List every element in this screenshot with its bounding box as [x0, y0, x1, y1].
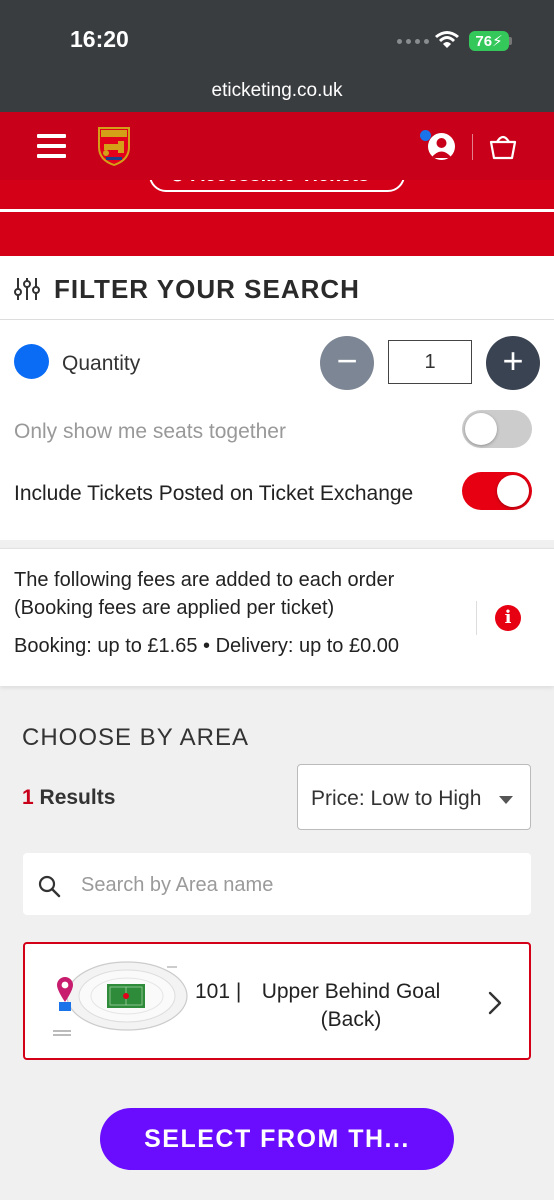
area-search-input[interactable] [81, 870, 511, 900]
quantity-indicator [14, 344, 49, 379]
chevron-down-icon [499, 796, 513, 804]
account-button[interactable] [418, 130, 458, 162]
area-code: 101 | [195, 980, 242, 1003]
menu-icon[interactable] [37, 134, 66, 158]
ticket-exchange-label: Include Tickets Posted on Ticket Exchang… [14, 482, 414, 505]
filter-options: Quantity − 1 + Only show me seats togeth… [0, 320, 554, 540]
quantity-input[interactable]: 1 [388, 340, 472, 384]
sliders-icon [14, 278, 40, 300]
area-search [23, 853, 531, 915]
header-bar [0, 112, 554, 180]
results-label: Results [33, 786, 116, 809]
filter-title: FILTER YOUR SEARCH [54, 274, 360, 304]
select-from-button[interactable]: SELECT FROM TH... [100, 1108, 454, 1170]
fees-info: The following fees are added to each ord… [0, 548, 554, 686]
arsenal-crest-logo[interactable] [96, 125, 132, 167]
basket-icon[interactable] [488, 131, 518, 161]
signal-icon [397, 39, 429, 44]
chevron-right-icon [488, 991, 502, 1015]
sort-select[interactable]: Price: Low to High [297, 764, 531, 830]
fees-line-1: The following fees are added to each ord… [14, 569, 395, 591]
status-bar: 16:20 76 ⚡ eticketing.co.uk [0, 0, 554, 112]
sort-value: Price: Low to High [311, 787, 482, 810]
quantity-increase-button[interactable]: + [486, 336, 540, 390]
seats-together-toggle[interactable] [462, 410, 532, 448]
address-bar[interactable]: eticketing.co.uk [0, 80, 554, 102]
stadium-map-thumbnail [53, 961, 188, 1036]
area-result-card[interactable]: 101 | Upper Behind Goal (Back) [23, 942, 531, 1060]
area-name: Upper Behind Goal (Back) [261, 980, 441, 1031]
notification-dot [420, 130, 431, 141]
battery-level: 76 [475, 32, 493, 50]
seats-together-label: Only show me seats together [14, 420, 286, 443]
fees-line-2: (Booking fees are applied per ticket) [14, 597, 335, 619]
choose-area-title: CHOOSE BY AREA [22, 724, 249, 751]
fees-line-3: Booking: up to £1.65 • Delivery: up to £… [14, 635, 400, 657]
results-number: 1 [22, 786, 34, 809]
ticket-exchange-toggle[interactable] [462, 472, 532, 510]
info-icon[interactable]: i [495, 605, 521, 631]
user-icon [428, 133, 455, 160]
status-time: 16:20 [70, 26, 129, 52]
results-count: 1 Results [22, 786, 115, 810]
site-header: ⊘ Accessible Tickets [0, 112, 554, 256]
quantity-decrease-button[interactable]: − [320, 336, 374, 390]
header-divider [0, 209, 554, 212]
wifi-icon [435, 31, 459, 48]
search-icon [38, 875, 61, 898]
quantity-label: Quantity [62, 352, 141, 375]
battery-icon: 76 ⚡ [469, 31, 509, 51]
filter-header: FILTER YOUR SEARCH [0, 256, 554, 320]
